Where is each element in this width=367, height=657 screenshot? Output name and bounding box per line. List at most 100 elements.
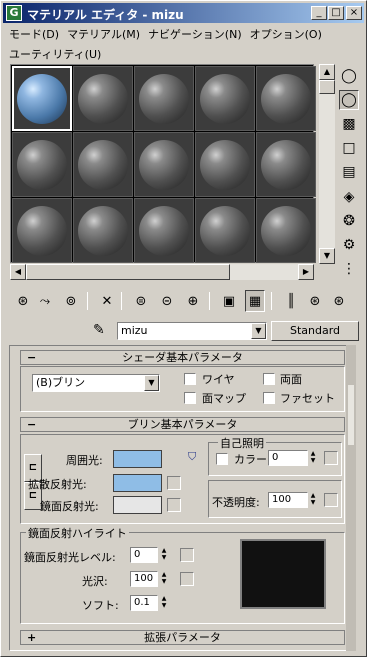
spinner-arrows-icon[interactable]: ▲ ▼ [160,547,168,563]
diffuse-map-button[interactable] [167,476,181,490]
eyedropper-icon[interactable]: ✎ [93,322,105,338]
glossiness-map-button[interactable] [180,572,194,586]
assign-to-selection-icon[interactable]: ⊚ [61,290,81,312]
wire-checkbox[interactable] [184,373,196,385]
sample-slot[interactable] [256,66,316,131]
slots-horizontal-scrollbar[interactable]: ◀ ▶ [10,264,314,280]
rollout-title: ブリン基本パラメータ [127,418,238,431]
specular-map-button[interactable] [167,498,181,512]
glossiness-spinner[interactable]: 100 [130,571,158,587]
material-navigator-icon[interactable]: ⋮ [339,259,359,279]
title-bar[interactable]: G マテリアル エディタ - mizu _ □ × [3,3,364,23]
blinn-rollout-header[interactable]: − ブリン基本パラメータ [20,417,345,432]
material-name-row: ✎ mizu ▼ Standard [91,321,361,343]
sample-type-icon[interactable]: ◯ [339,66,359,86]
close-button[interactable]: × [346,6,362,20]
get-material-icon[interactable]: ⊛ [13,290,33,312]
sample-slot[interactable] [256,132,316,197]
maximize-button[interactable]: □ [328,6,344,20]
sample-slot[interactable] [73,132,133,197]
make-preview-icon[interactable]: ◈ [339,187,359,207]
scroll-down-icon[interactable]: ▼ [319,248,335,264]
make-unique-icon[interactable]: ⊝ [157,290,177,312]
rollout-scrollbar[interactable] [346,345,356,651]
sample-slot[interactable] [12,132,72,197]
put-to-library-icon[interactable]: ⊕ [183,290,203,312]
self-illum-map-button[interactable] [324,451,338,465]
menu-mode[interactable]: モード(D) [5,24,63,44]
material-type-button[interactable]: Standard [271,321,359,341]
menu-navigation[interactable]: ナビゲーション(N) [144,24,246,44]
sample-slot[interactable] [195,132,255,197]
go-forward-to-sibling-icon[interactable]: ⊛ [329,290,349,312]
scroll-left-icon[interactable]: ◀ [10,264,26,280]
sample-slot[interactable] [195,66,255,131]
sample-slot[interactable] [256,198,316,263]
backlight-icon[interactable]: ◯ [339,90,359,110]
self-illum-color-checkbox[interactable] [216,453,228,465]
toolbar-separator [87,292,88,310]
extended-rollout-header[interactable]: + 拡張パラメータ [20,630,345,645]
material-effects-channel-icon[interactable]: ▣ [219,290,239,312]
diffuse-color-swatch[interactable] [113,474,162,492]
minimize-button[interactable]: _ [311,6,327,20]
go-to-parent-icon[interactable]: ⊛ [305,290,325,312]
chevron-down-icon[interactable]: ▼ [144,375,159,391]
sample-slot[interactable] [134,66,194,131]
spinner-arrows-icon[interactable]: ▲ ▼ [309,450,317,466]
specular-color-swatch[interactable] [113,496,162,514]
rollout-collapse-toggle: − [27,418,37,431]
sample-slot[interactable] [195,198,255,263]
soften-spinner[interactable]: 0.1 [130,595,158,611]
specular-level-spinner[interactable]: 0 [130,547,158,563]
menu-options[interactable]: オプション(O) [246,24,326,44]
show-map-in-viewport-icon[interactable]: ▦ [245,290,265,312]
face-map-checkbox[interactable] [184,392,196,404]
shader-type-dropdown[interactable]: (B)ブリン ▼ [32,374,160,392]
self-illum-spinner[interactable]: 0 [268,450,308,466]
sample-slot[interactable] [12,198,72,263]
sample-slot[interactable] [134,132,194,197]
toolbar-separator [121,292,122,310]
video-color-check-icon[interactable]: ▤ [339,162,359,182]
material-sphere [261,73,311,124]
reset-material-icon[interactable]: ✕ [97,290,117,312]
background-icon[interactable]: ▩ [339,114,359,134]
scroll-up-icon[interactable]: ▲ [319,64,335,80]
scroll-thumb[interactable] [348,385,354,445]
sample-slot[interactable] [134,198,194,263]
opacity-map-button[interactable] [324,493,338,507]
specular-level-map-button[interactable] [180,548,194,562]
specular-highlight-title: 鏡面反射ハイライト [26,525,129,541]
faceted-checkbox[interactable] [263,392,275,404]
menu-utilities[interactable]: ユーティリティ(U) [5,44,105,64]
spinner-arrows-icon[interactable]: ▲ ▼ [309,492,317,508]
put-to-scene-icon[interactable]: ⤳ [35,290,55,312]
material-name-field[interactable]: mizu ▼ [117,322,267,340]
opacity-spinner[interactable]: 100 [268,492,308,508]
menu-material[interactable]: マテリアル(M) [63,24,144,44]
select-by-material-icon[interactable]: ⚙ [339,235,359,255]
material-sphere [139,139,189,190]
chevron-down-icon[interactable]: ▼ [251,323,266,339]
spinner-arrows-icon[interactable]: ▲ ▼ [160,571,168,587]
sample-slot[interactable] [12,66,72,131]
slots-vertical-scrollbar[interactable]: ▲ ▼ [319,64,335,264]
two-sided-checkbox[interactable] [263,373,275,385]
menu-bar: モード(D) マテリアル(M) ナビゲーション(N) オプション(O) ユーティリティ… [5,24,363,64]
copy-material-icon[interactable]: ⊜ [131,290,151,312]
options-icon[interactable]: ❂ [339,211,359,231]
sample-slot[interactable] [73,66,133,131]
uv-tiling-icon[interactable]: □ [339,138,359,158]
ambient-color-swatch[interactable] [113,450,162,468]
material-sphere [139,205,189,256]
spinner-arrows-icon[interactable]: ▲ ▼ [160,595,168,611]
lock-icon[interactable]: ⛉ [188,450,196,464]
scroll-thumb[interactable] [319,80,335,94]
shader-rollout-header[interactable]: − シェーダ基本パラメータ [20,350,345,365]
show-end-result-icon[interactable]: ║ [281,290,301,312]
material-sphere [261,139,311,190]
sample-slot[interactable] [73,198,133,263]
scroll-right-icon[interactable]: ▶ [298,264,314,280]
scroll-thumb[interactable] [26,264,230,280]
